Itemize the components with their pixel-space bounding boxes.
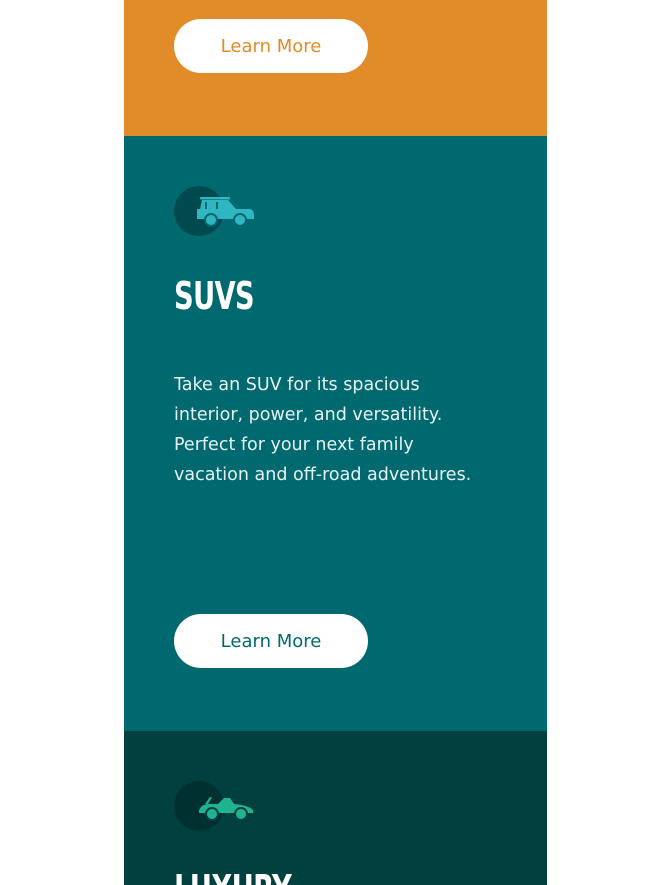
suvs-card: SUVS Take an SUV for its spacious interi…	[124, 136, 547, 731]
suvs-title: SUVS	[174, 274, 255, 318]
suv-icon	[174, 186, 256, 238]
suvs-description: Take an SUV for its spacious interior, p…	[174, 375, 472, 485]
luxury-car-icon	[174, 781, 256, 833]
luxury-card: LUXURY	[124, 731, 547, 885]
suvs-learn-more-button[interactable]: Learn More	[174, 614, 368, 668]
luxury-title: LUXURY	[174, 867, 292, 885]
sedans-card: Learn More	[124, 0, 547, 136]
sedans-learn-more-button[interactable]: Learn More	[174, 19, 368, 73]
car-category-column: Learn More SUVS Take an SUV for its spac…	[124, 0, 547, 885]
